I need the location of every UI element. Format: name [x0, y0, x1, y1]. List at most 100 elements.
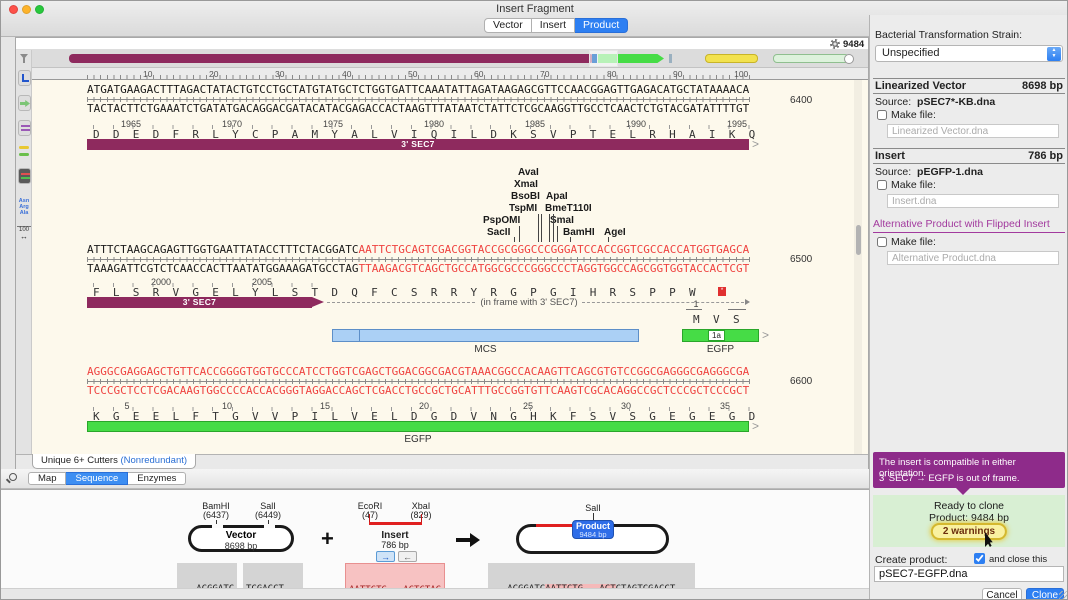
ruler-number: 50 — [408, 69, 417, 79]
ruler-number: 80 — [607, 69, 616, 79]
feature-sec7-bar[interactable]: 3' SEC7 — [87, 139, 749, 150]
egfp-exon-box: 1a — [708, 330, 725, 341]
features-tool-button[interactable] — [18, 120, 31, 136]
diagram-product-sali: SalI — [571, 503, 615, 513]
position-label: 6500 — [790, 254, 812, 265]
enzyme-label[interactable]: SacII — [487, 227, 510, 238]
ready-status-box: Ready to clone Product: 9484 bp 2 warnin… — [873, 495, 1065, 547]
position-label: 6600 — [790, 376, 812, 387]
vector-cut-gap — [264, 524, 275, 528]
insert-fragment-line — [369, 522, 422, 525]
make-file-label: Make file: — [891, 179, 936, 191]
feature-sec7-arrow[interactable]: 3' SEC7 — [87, 297, 312, 308]
sequence-ruler: 10 20 30 40 50 60 70 80 90 100 — [16, 68, 868, 80]
dna-bottom-strand[interactable]: TAAAGATTCGTCTCAACCACTTAATATGGAAAGATGCCTA… — [87, 263, 749, 274]
egfp-mini-ruler — [728, 309, 746, 310]
egfp-aa-s: S — [733, 314, 740, 325]
stop-codon-marker: * — [718, 287, 726, 296]
view-mode-tabs: Map Sequence Enzymes — [28, 472, 186, 485]
features-icon — [21, 125, 30, 133]
tab-map[interactable]: Map — [28, 472, 66, 485]
alignment-tool-button[interactable] — [18, 168, 31, 184]
overview-tick — [669, 54, 672, 63]
product-size: 9484 bp — [573, 531, 613, 538]
plasmid-overview-bar[interactable] — [16, 50, 868, 68]
primer-rev-icon[interactable] — [19, 153, 29, 156]
enzyme-label[interactable]: PspOMI — [483, 215, 520, 226]
ready-label: Ready to clone — [873, 495, 1065, 512]
numbering-tool-button[interactable]: 100 ↔ — [17, 226, 31, 240]
tab-sequence[interactable]: Sequence — [66, 472, 128, 485]
dna-top-strand[interactable]: ATTTCTAAGCAGAGTTGGTGAATTATACCTTTCTACGGAT… — [87, 244, 749, 255]
enzyme-label[interactable]: AvaI — [518, 167, 539, 178]
feature-egfp-label: EGFP — [682, 344, 759, 355]
tab-product[interactable]: Product — [575, 18, 628, 33]
vector-make-file-checkbox[interactable] — [877, 110, 887, 120]
feature-egfp-label: EGFP — [87, 434, 749, 445]
vector-name: Vector — [191, 530, 291, 541]
reading-frame-dash — [327, 302, 475, 303]
tab-insert[interactable]: Insert — [532, 18, 575, 33]
orientation-forward-button[interactable]: → — [376, 551, 395, 562]
filter-funnel-icon[interactable] — [20, 54, 28, 59]
enzyme-label[interactable]: BsoBI — [511, 191, 540, 202]
primer-fwd-icon[interactable] — [19, 146, 29, 149]
double-arrow-icon: ↔ — [17, 233, 31, 240]
strain-value: Unspecified — [882, 47, 939, 59]
overview-yellow-feature[interactable] — [705, 54, 758, 63]
dna-bottom-strand[interactable]: TACTACTTCTGAAATCTGATATGACAGGACGATACATACG… — [87, 103, 749, 114]
enzyme-label[interactable]: TspMI — [509, 203, 537, 214]
insert-make-file-checkbox[interactable] — [877, 180, 887, 190]
message-line-2: 3' SEC7 → EGFP is out of frame. — [879, 473, 1020, 484]
make-file-label: Make file: — [891, 109, 936, 121]
overview-lightgreen-feature[interactable] — [773, 54, 849, 63]
translation-icon-ala: Ala — [17, 210, 31, 216]
orf-tool-button[interactable] — [18, 95, 31, 111]
select-stepper-icon[interactable]: ▲▼ — [1047, 47, 1061, 61]
vertical-scrollbar[interactable] — [854, 80, 862, 454]
mcs-divider — [359, 330, 360, 341]
options-sidebar: Bacterial Transformation Strain: Unspeci… — [870, 15, 1068, 600]
ruler-number: 60 — [474, 69, 483, 79]
enzyme-label[interactable]: BmeT110I — [545, 203, 592, 214]
enzyme-connector — [519, 226, 520, 242]
orientation-reverse-button[interactable]: ← — [398, 551, 417, 562]
dna-top-strand[interactable]: AGGGCGAGGAGCTGTTCACCGGGGTGGTGCCCATCCTGGT… — [87, 366, 749, 377]
vector-file-input[interactable] — [887, 124, 1059, 138]
search-icon[interactable] — [9, 473, 17, 481]
alignment-green-line — [21, 177, 30, 179]
enzyme-connector — [557, 226, 558, 242]
enzyme-label[interactable]: XmaI — [514, 179, 538, 190]
feature-mcs-bar[interactable] — [332, 329, 639, 342]
close-window-checkbox[interactable] — [974, 553, 985, 564]
dna-bottom-strand[interactable]: TCCCGCTCCTCGACAAGTGGCCCCACCACGGGTAGGACCA… — [87, 385, 749, 396]
enzymes-tool-button[interactable] — [18, 70, 31, 86]
alt-make-file-checkbox[interactable] — [877, 237, 887, 247]
product-filename-input[interactable] — [874, 566, 1064, 582]
cancel-button[interactable]: Cancel — [982, 588, 1022, 600]
tab-vector[interactable]: Vector — [484, 18, 532, 33]
cutters-tab-label: Unique 6+ Cutters — [41, 455, 118, 466]
feature-egfp-bar[interactable] — [87, 421, 749, 432]
resize-grip[interactable] — [1059, 591, 1068, 600]
nonredundant-link[interactable]: (Nonredundant) — [120, 455, 187, 466]
tab-enzymes[interactable]: Enzymes — [128, 472, 186, 485]
insert-file-input[interactable] — [887, 194, 1059, 208]
egfp-mini-ruler — [686, 309, 702, 310]
feature-egfp-start-bar[interactable]: 1a — [682, 329, 759, 342]
enzyme-label[interactable]: ApaI — [546, 191, 568, 202]
scrollbar-thumb[interactable] — [856, 225, 861, 255]
insert-fragment-window: Insert Fragment Vector Insert Product 94… — [0, 0, 1068, 600]
overview-sec7-feature[interactable] — [69, 54, 594, 63]
warnings-badge[interactable]: 2 warnings — [931, 523, 1007, 540]
dna-top-strand[interactable]: ATGATGAAGACTTTAGACTATACTGTCCTGCTATGTATGC… — [87, 84, 749, 95]
enzyme-label[interactable]: BamHI — [563, 227, 595, 238]
reading-frame-arrowhead — [745, 299, 750, 305]
strain-select[interactable]: Unspecified ▲▼ — [875, 45, 1063, 62]
product-plasmid-shape: Product 9484 bp — [516, 524, 669, 554]
alt-file-input[interactable] — [887, 251, 1059, 265]
cutters-tab[interactable]: Unique 6+ Cutters (Nonredundant) — [32, 454, 196, 469]
ruler-number: 20 — [209, 69, 218, 79]
translation-tool-button[interactable]: Asn Arg Ala — [17, 198, 31, 216]
gear-icon[interactable] — [830, 39, 840, 49]
